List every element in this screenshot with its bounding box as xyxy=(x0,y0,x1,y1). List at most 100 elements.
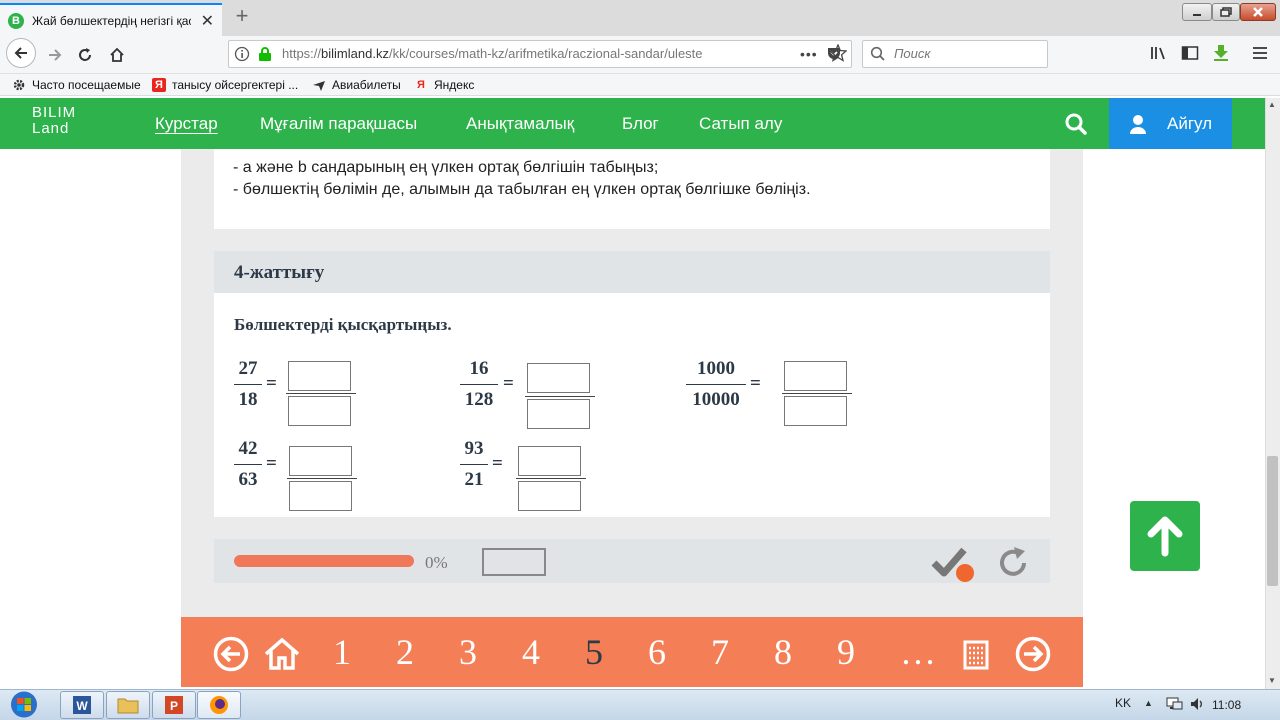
fraction-denominator: 63 xyxy=(238,469,258,490)
exercise-title: 4-жаттығу xyxy=(234,262,325,283)
answer-numerator-input[interactable] xyxy=(288,361,351,391)
answer-denominator-input[interactable] xyxy=(784,396,847,426)
scrollbar-thumb[interactable] xyxy=(1267,456,1278,586)
equals-sign: = xyxy=(750,373,761,394)
menu-icon[interactable] xyxy=(1252,45,1268,61)
fraction-denominator: 21 xyxy=(464,469,484,490)
page-number[interactable]: 7 xyxy=(711,632,729,672)
taskbar-explorer[interactable] xyxy=(106,691,150,719)
nav-buy[interactable]: Сатып алу xyxy=(699,114,782,134)
site-logo[interactable]: BILIM Land xyxy=(32,105,76,137)
home-page-button[interactable] xyxy=(263,636,301,672)
scroll-up-arrow-icon[interactable]: ▲ xyxy=(1268,100,1276,109)
vertical-scrollbar[interactable] xyxy=(1265,98,1280,689)
exercise-task: Бөлшектерді қысқартыңыз. xyxy=(234,315,452,334)
page-number[interactable]: 1 xyxy=(333,632,351,672)
taskbar-firefox[interactable] xyxy=(197,691,241,719)
nav-teacher-page[interactable]: Мұғалім парақшасы xyxy=(260,114,417,134)
reload-icon xyxy=(79,48,91,61)
fraction-numerator: 27 xyxy=(238,358,258,379)
answer-numerator-input[interactable] xyxy=(527,363,590,393)
url-prefix: https:// xyxy=(282,46,322,61)
user-menu-button[interactable]: Айгул xyxy=(1109,98,1232,149)
tab-close-icon[interactable]: ✕ xyxy=(201,11,214,31)
tray-expand-icon[interactable]: ▲ xyxy=(1144,698,1153,708)
gear-icon xyxy=(12,78,26,92)
answer-denominator-input[interactable] xyxy=(518,481,581,511)
nav-blog[interactable]: Блог xyxy=(622,114,659,134)
network-icon[interactable] xyxy=(1165,696,1183,712)
search-bar[interactable] xyxy=(862,40,1048,68)
site-search-icon[interactable] xyxy=(1064,112,1088,136)
page-actions-icon[interactable]: ••• xyxy=(800,46,818,62)
equals-sign: = xyxy=(492,453,503,474)
next-page-button[interactable] xyxy=(1015,636,1051,672)
arrow-left-circle-icon xyxy=(213,636,249,672)
new-tab-icon[interactable]: + xyxy=(230,5,254,29)
input-language[interactable]: KK xyxy=(1115,696,1131,710)
scroll-down-arrow-icon[interactable]: ▼ xyxy=(1268,676,1276,685)
page-number[interactable]: 6 xyxy=(648,632,666,672)
download-icon[interactable] xyxy=(1212,44,1230,62)
firefox-icon xyxy=(210,696,228,714)
forward-button[interactable] xyxy=(40,40,70,70)
home-icon xyxy=(264,637,300,670)
check-answer-button[interactable] xyxy=(930,545,978,585)
reload-icon xyxy=(1000,547,1026,576)
arrow-up-icon xyxy=(1147,516,1183,557)
taskbar-powerpoint[interactable]: P xyxy=(152,691,196,719)
clock[interactable]: 11:08 xyxy=(1212,698,1241,712)
home-button[interactable] xyxy=(102,40,132,70)
answer-numerator-input[interactable] xyxy=(289,446,352,476)
reload-button[interactable] xyxy=(70,40,100,70)
answer-denominator-input[interactable] xyxy=(527,399,590,429)
tab-title: Жай бөлшектердің негізгі қасиеттері xyxy=(32,13,191,28)
bookmark-item[interactable]: Авиабилеты xyxy=(312,77,401,93)
answer-numerator-input[interactable] xyxy=(784,361,847,391)
answer-denominator-input[interactable] xyxy=(289,481,352,511)
page-number-current[interactable]: 5 xyxy=(585,632,603,672)
bookmark-label: Яндекс xyxy=(434,78,475,92)
page-number[interactable]: 8 xyxy=(774,632,792,672)
bookmark-label: Часто посещаемые xyxy=(32,78,141,92)
nav-reference[interactable]: Анықтамалық xyxy=(466,114,574,134)
back-button[interactable] xyxy=(6,38,36,68)
url-text[interactable]: https://bilimland.kz/kk/courses/math-kz/… xyxy=(282,46,742,61)
contents-button[interactable] xyxy=(963,640,989,670)
bookmark-item[interactable]: Я танысу ойсергектері ... xyxy=(152,77,298,93)
bookmark-item[interactable]: Часто посещаемые xyxy=(12,77,141,93)
page-number[interactable]: 3 xyxy=(459,632,477,672)
page-ellipsis[interactable]: … xyxy=(900,632,936,672)
library-icon[interactable] xyxy=(1150,45,1168,61)
page-number[interactable]: 2 xyxy=(396,632,414,672)
start-button[interactable] xyxy=(4,689,44,720)
bookmark-item[interactable]: Я Яндекс xyxy=(414,77,474,93)
list-icon xyxy=(963,640,989,670)
user-icon xyxy=(1129,114,1147,134)
window-close-button[interactable] xyxy=(1240,3,1276,21)
info-icon[interactable] xyxy=(234,46,250,62)
fraction-numerator: 16 xyxy=(469,358,489,379)
site-favicon-icon: B xyxy=(8,12,24,29)
bookmark-star-icon[interactable] xyxy=(829,44,847,62)
user-name: Айгул xyxy=(1167,113,1213,133)
page-number[interactable]: 9 xyxy=(837,632,855,672)
window-restore-button[interactable] xyxy=(1212,3,1240,21)
answer-fraction-bar xyxy=(782,393,852,394)
volume-icon[interactable] xyxy=(1190,697,1206,711)
reset-button[interactable] xyxy=(998,545,1030,579)
home-icon xyxy=(110,47,124,62)
answer-denominator-input[interactable] xyxy=(288,396,351,426)
fraction-bar xyxy=(234,464,262,465)
logo-line2: Land xyxy=(32,120,70,137)
sidebar-icon[interactable] xyxy=(1181,45,1199,61)
page-number[interactable]: 4 xyxy=(522,632,540,672)
browser-tab[interactable]: B Жай бөлшектердің негізгі қасиеттері ✕ xyxy=(0,3,222,36)
window-minimize-button[interactable] xyxy=(1182,3,1212,21)
scroll-to-top-button[interactable] xyxy=(1130,501,1200,571)
nav-courses[interactable]: Курстар xyxy=(155,114,218,134)
word-icon: W xyxy=(73,696,91,714)
taskbar-word[interactable]: W xyxy=(60,691,104,719)
answer-numerator-input[interactable] xyxy=(518,446,581,476)
prev-page-button[interactable] xyxy=(213,636,249,672)
